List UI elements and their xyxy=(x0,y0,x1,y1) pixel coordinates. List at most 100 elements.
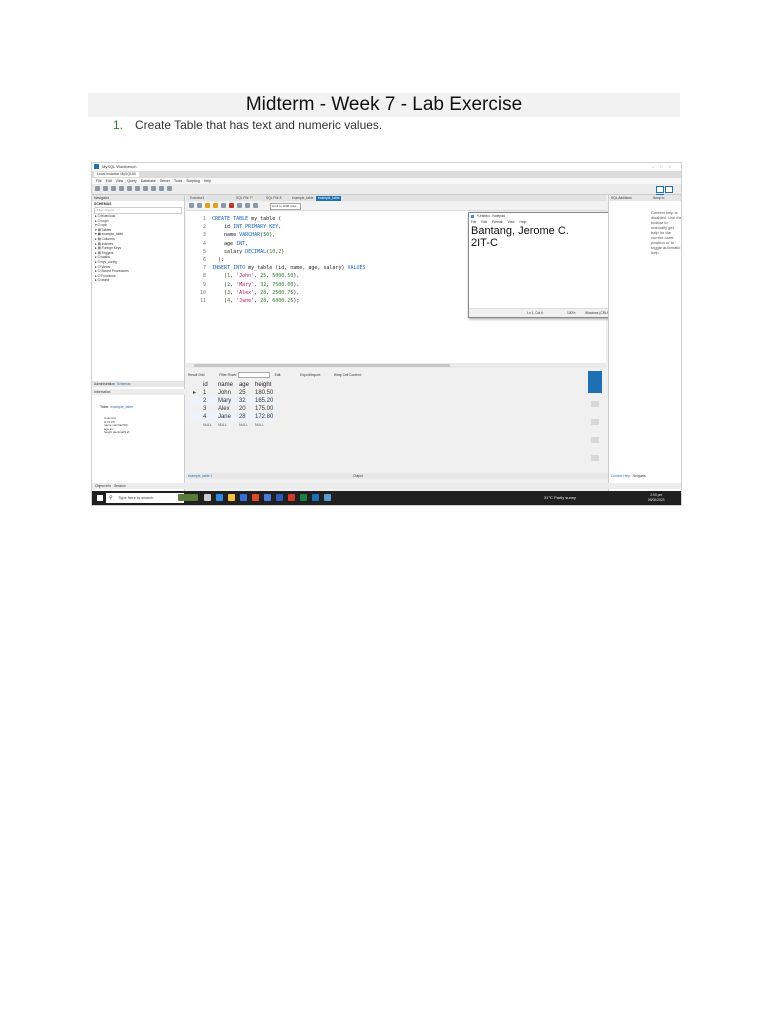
excel-icon[interactable] xyxy=(300,494,307,501)
menu-item-server[interactable]: Server xyxy=(160,179,170,183)
query-stats-side-button[interactable] xyxy=(591,437,599,443)
save-icon[interactable] xyxy=(197,203,202,208)
window-controls[interactable]: –□× xyxy=(652,163,677,171)
news-widget-icon[interactable] xyxy=(178,494,198,501)
photos-icon[interactable] xyxy=(264,494,271,501)
result-tab[interactable]: example_table 1 Output xyxy=(186,473,608,479)
grid-cell[interactable]: Jane xyxy=(214,413,236,421)
notepad-taskbar-icon[interactable] xyxy=(324,494,331,501)
mysql-workbench-taskbar-icon[interactable] xyxy=(312,494,319,501)
windows-start-icon[interactable] xyxy=(97,495,103,501)
notepad-menu-edit[interactable]: Edit xyxy=(481,220,487,224)
grid-cell[interactable]: 165.20 xyxy=(251,397,277,405)
notepad-menu-file[interactable]: File xyxy=(471,220,476,224)
open-file-icon[interactable] xyxy=(189,203,194,208)
table-row[interactable]: 4 Jane 28 172.80 xyxy=(190,413,277,421)
grid-cell[interactable]: Alex xyxy=(215,405,236,413)
create-schema-icon[interactable] xyxy=(119,186,124,191)
notepad-menu-format[interactable]: Format xyxy=(492,220,502,224)
grid-cell[interactable]: 4 xyxy=(200,413,215,421)
search-table-icon[interactable] xyxy=(159,186,164,191)
task-view-icon[interactable] xyxy=(204,494,211,501)
grid-column-header[interactable]: age xyxy=(236,381,252,389)
tab-snippets[interactable]: Snippets xyxy=(633,474,646,478)
grid-cell[interactable]: 32 xyxy=(235,397,252,405)
menu-item-tools[interactable]: Tools xyxy=(174,179,182,183)
mail-icon[interactable] xyxy=(252,494,259,501)
notepad-menu-help[interactable]: Help xyxy=(520,220,527,224)
grid-column-header[interactable]: name xyxy=(215,381,236,389)
editor-tab[interactable]: example_table xyxy=(290,196,315,201)
menu-item-query[interactable]: Query xyxy=(127,179,137,183)
menu-item-view[interactable]: View xyxy=(116,179,124,183)
execute-line-icon[interactable] xyxy=(213,203,218,208)
execution-plan-side-button[interactable] xyxy=(591,455,599,461)
editor-tab[interactable]: Exercise1 xyxy=(188,196,206,201)
limit-rows-select[interactable]: Limit to 1000 rows xyxy=(270,203,301,210)
word-icon[interactable] xyxy=(276,494,283,501)
editor-tab[interactable]: example_table xyxy=(316,196,342,201)
bottom-tab[interactable]: Session xyxy=(114,484,126,488)
grid-cell[interactable]: 28 xyxy=(235,413,252,421)
editor-tab[interactable]: SQL File 8 xyxy=(264,196,283,201)
menu-item-file[interactable]: File xyxy=(96,179,102,183)
grid-cell[interactable]: 25 xyxy=(236,389,252,397)
grid-cell[interactable]: NULL xyxy=(215,421,236,429)
create-function-icon[interactable] xyxy=(151,186,156,191)
editor-horizontal-scrollbar[interactable] xyxy=(186,363,606,368)
schema-tree-item[interactable]: ▸ ⛁ world xyxy=(92,278,184,283)
grid-cell[interactable]: 180.50 xyxy=(252,389,276,397)
create-view-icon[interactable] xyxy=(135,186,140,191)
table-row[interactable]: 2 Mary 32 165.20 xyxy=(190,397,277,405)
file-explorer-icon[interactable] xyxy=(228,494,235,501)
explain-icon[interactable] xyxy=(221,203,226,208)
table-row[interactable]: 3 Alex 20 175.00 xyxy=(190,405,276,413)
inspector-icon[interactable] xyxy=(111,186,116,191)
notepad-menu-view[interactable]: View xyxy=(507,220,514,224)
grid-cell[interactable]: NULL xyxy=(200,421,215,429)
create-procedure-icon[interactable] xyxy=(143,186,148,191)
grid-cell[interactable]: 1 xyxy=(200,389,215,397)
stop-icon[interactable] xyxy=(229,203,234,208)
commit-icon[interactable] xyxy=(245,203,250,208)
grid-cell[interactable]: Mary xyxy=(214,397,236,405)
grid-column-header[interactable]: height xyxy=(252,381,276,389)
table-row[interactable]: ▸ 1 John 25 180.50 xyxy=(190,389,276,397)
reconnect-icon[interactable] xyxy=(167,186,172,191)
result-grid[interactable]: id name age height ▸ 1 John 25 180.50 2 Mary 32 165.… xyxy=(190,381,277,429)
execute-icon[interactable] xyxy=(205,203,210,208)
form-editor-side-button[interactable] xyxy=(591,401,599,407)
store-icon[interactable] xyxy=(240,494,247,501)
grid-cell[interactable]: John xyxy=(215,389,236,397)
menu-item-database[interactable]: Database xyxy=(141,179,156,183)
table-row[interactable]: NULL NULL NULL NULL xyxy=(190,421,276,429)
schema-filter-input[interactable]: Filter objects xyxy=(94,207,182,214)
new-sql-tab-icon[interactable] xyxy=(95,186,100,191)
grid-cell[interactable]: 2 xyxy=(200,397,215,405)
bottom-tab[interactable]: Object Info xyxy=(95,484,111,488)
menu-item-scripting[interactable]: Scripting xyxy=(186,179,200,183)
menu-item-help[interactable]: Help xyxy=(204,179,211,183)
open-sql-icon[interactable] xyxy=(103,186,108,191)
grid-cell[interactable]: NULL xyxy=(252,421,276,429)
create-table-icon[interactable] xyxy=(127,186,132,191)
edge-icon[interactable] xyxy=(216,494,223,501)
tab-administration[interactable]: Administration xyxy=(94,382,115,386)
grid-cell[interactable]: 175.00 xyxy=(252,405,276,413)
result-grid-side-button[interactable] xyxy=(588,371,602,393)
menu-item-edit[interactable]: Edit xyxy=(106,179,112,183)
jump-to-label[interactable]: Jump to xyxy=(653,196,665,200)
weather-widget[interactable]: 31°C Partly sunny xyxy=(544,491,576,505)
grid-cell[interactable]: 20 xyxy=(236,405,252,413)
filter-rows-input[interactable] xyxy=(237,372,270,379)
tab-context-help[interactable]: Context Help xyxy=(611,474,630,478)
taskbar-search-input[interactable]: Type here to search xyxy=(106,493,184,503)
grid-cell[interactable]: 3 xyxy=(200,405,215,413)
rollback-icon[interactable] xyxy=(253,203,258,208)
grid-cell[interactable]: 172.80 xyxy=(251,413,277,421)
editor-tab[interactable]: SQL File 7* xyxy=(234,196,255,201)
layout-toggles[interactable] xyxy=(655,186,677,201)
connection-tab[interactable]: Local instance MySQL80 xyxy=(94,172,139,177)
grid-column-header[interactable]: id xyxy=(200,381,215,389)
grid-cell[interactable]: NULL xyxy=(236,421,252,429)
